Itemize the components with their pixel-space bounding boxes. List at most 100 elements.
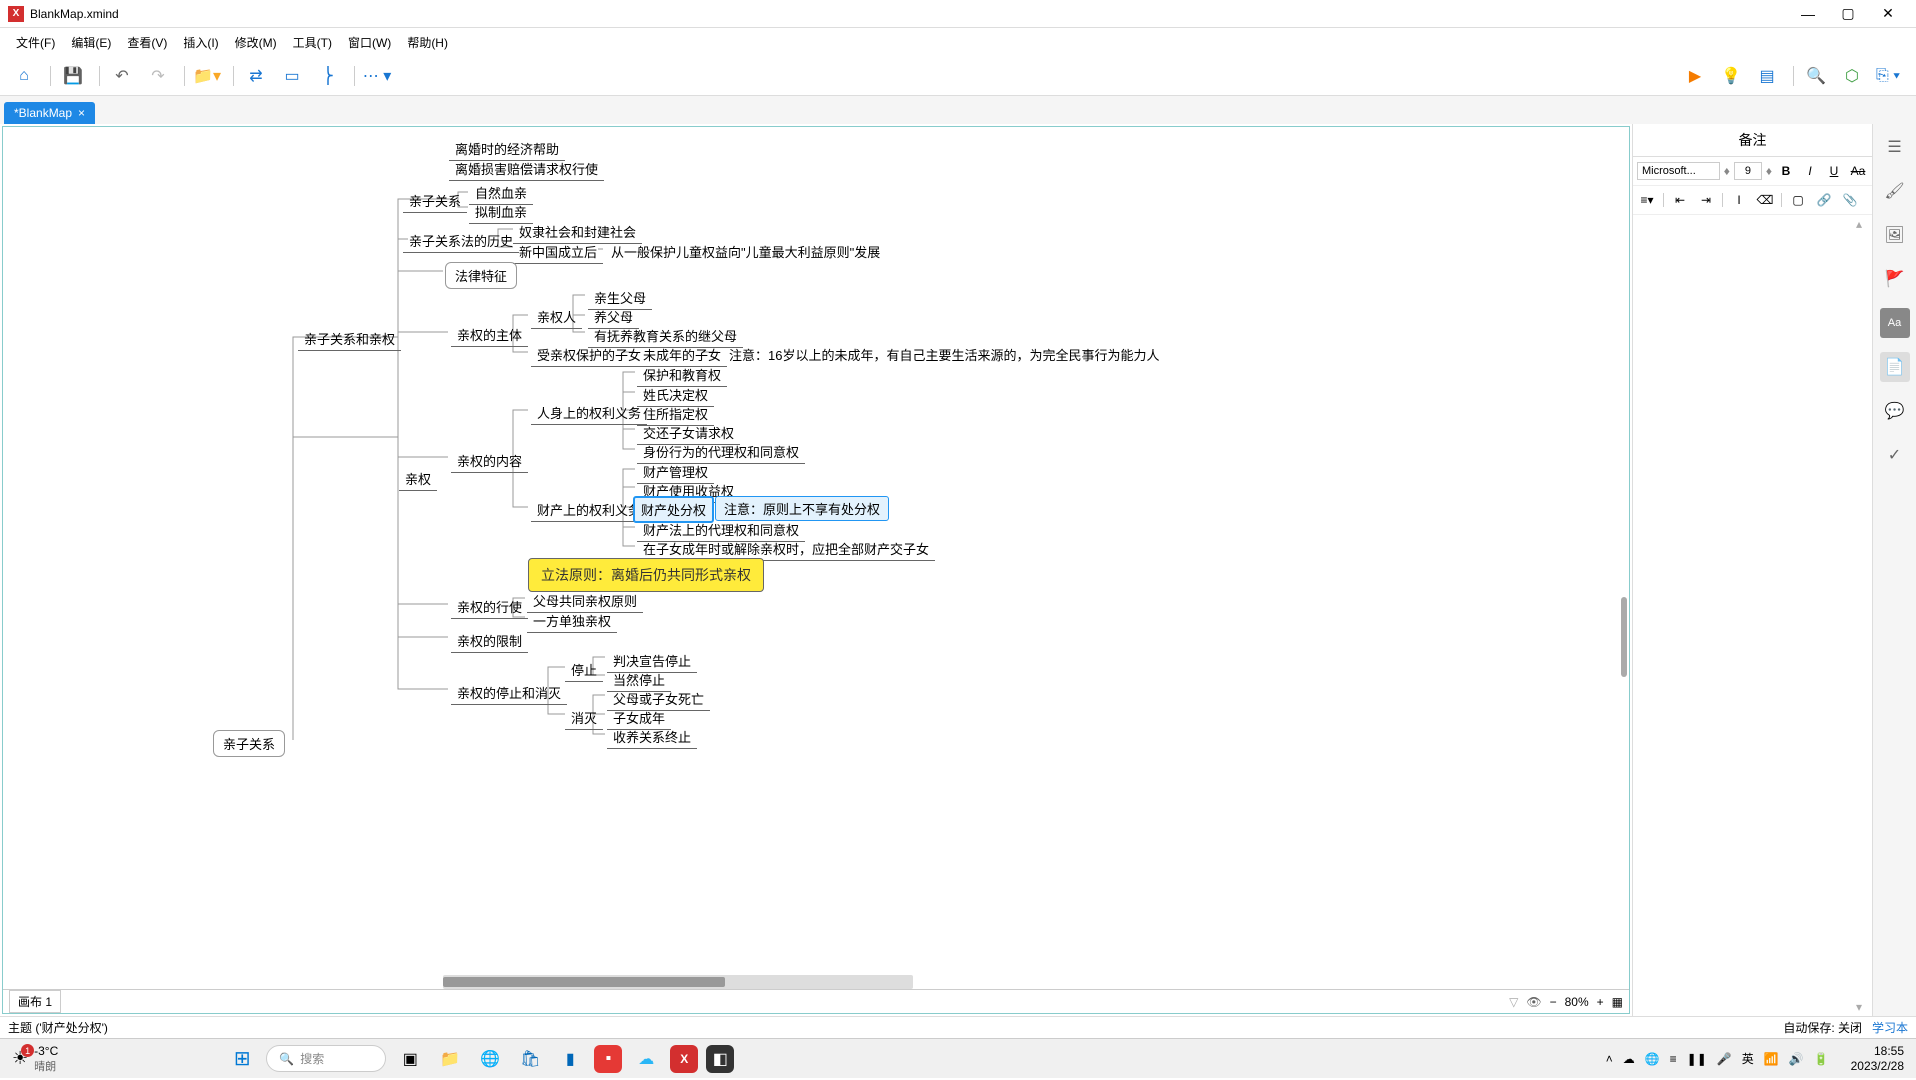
mindmap-canvas[interactable]: 亲子关系 离婚时的经济帮助 离婚损害赔偿请求权行使 亲子关系 自然血亲 拟制血亲… [2, 126, 1630, 1014]
store-icon[interactable]: 🛍 [514, 1043, 546, 1075]
attach-button[interactable]: 📎 [1840, 190, 1860, 210]
bold-button[interactable]: B [1776, 161, 1796, 181]
app-icon-1[interactable]: ▮ [554, 1043, 586, 1075]
zoom-out-button[interactable]: − [1550, 995, 1557, 1009]
eye-icon[interactable]: 👁 [1526, 995, 1541, 1009]
node-cancel[interactable]: 消灭 [565, 706, 603, 730]
font-color-button[interactable]: I [1729, 190, 1749, 210]
task-view-button[interactable]: ▣ [394, 1043, 426, 1075]
align-button[interactable]: ≡▾ [1637, 190, 1657, 210]
node-protected-child[interactable]: 受亲权保护的子女 [531, 343, 647, 367]
start-button[interactable]: ⊞ [226, 1043, 258, 1075]
document-tab[interactable]: *BlankMap × [4, 102, 95, 124]
outline-tab[interactable]: ☰ [1880, 132, 1910, 162]
notes-tab[interactable]: 📄 [1880, 352, 1910, 382]
node-property-rights[interactable]: 财产上的权利义务 [531, 498, 647, 522]
menu-modify[interactable]: 修改(M) [227, 28, 285, 56]
explorer-icon[interactable]: 📁 [434, 1043, 466, 1075]
menu-file[interactable]: 文件(F) [8, 28, 63, 56]
node-personal-rights[interactable]: 人身上的权利义务 [531, 401, 647, 425]
menu-window[interactable]: 窗口(W) [340, 28, 399, 56]
notes-scroll-down[interactable]: ▾ [1856, 1000, 1870, 1014]
present-button[interactable]: ▶ [1679, 60, 1711, 92]
vertical-scrollbar[interactable] [1621, 597, 1627, 677]
node-exercise[interactable]: 亲权的行使 [451, 595, 528, 619]
tray-volume-icon[interactable]: 🔊 [1789, 1052, 1804, 1066]
image-button[interactable]: ▢ [1788, 190, 1808, 210]
node-parent-child-rel[interactable]: 亲子关系 [403, 189, 467, 213]
node-subject[interactable]: 亲权的主体 [451, 323, 528, 347]
filter-icon[interactable]: ▽ [1509, 995, 1518, 1009]
tray-sync-icon[interactable]: 🌐 [1645, 1052, 1660, 1066]
export-button[interactable]: ⎘ ▾ [1872, 60, 1904, 92]
node-root[interactable]: 亲子关系 [213, 730, 285, 757]
node-new-china[interactable]: 新中国成立后 [513, 240, 603, 264]
menu-view[interactable]: 查看(V) [119, 28, 175, 56]
node-custody[interactable]: 亲权 [399, 467, 437, 491]
more-button[interactable]: ⋯ ▾ [361, 60, 393, 92]
strike-button[interactable]: Aa [1848, 161, 1868, 181]
horizontal-scrollbar[interactable] [443, 975, 913, 989]
menu-insert[interactable]: 插入(I) [175, 28, 226, 56]
app-icon-4[interactable]: ◧ [706, 1045, 734, 1073]
tray-chevron-icon[interactable]: ˄ [1606, 1052, 1613, 1066]
save-button[interactable]: 💾 [57, 60, 89, 92]
close-button[interactable]: ✕ [1868, 2, 1908, 26]
minimize-button[interactable]: — [1788, 2, 1828, 26]
undo-button[interactable]: ↶ [106, 60, 138, 92]
idea-button[interactable]: 💡 [1715, 60, 1747, 92]
task-tab[interactable]: ✓ [1880, 440, 1910, 470]
folder-button[interactable]: 📁▾ [191, 60, 223, 92]
node-legislation-principle[interactable]: 立法原则：离婚后仍共同形式亲权 [528, 558, 764, 592]
node-holder[interactable]: 亲权人 [531, 305, 582, 329]
indent-left-button[interactable]: ⇤ [1670, 190, 1690, 210]
node-new-china-desc[interactable]: 从一般保护儿童权益向"儿童最大利益原则"发展 [605, 240, 886, 263]
tray-wifi-icon[interactable]: 📶 [1764, 1052, 1779, 1066]
node-limit[interactable]: 亲权的限制 [451, 629, 528, 653]
node-stop-cancel[interactable]: 亲权的停止和消灭 [451, 681, 567, 705]
node-content[interactable]: 亲权的内容 [451, 449, 528, 473]
node-single-custody[interactable]: 一方单独亲权 [527, 609, 617, 633]
tray-onedrive-icon[interactable]: ☁ [1623, 1052, 1635, 1066]
marker-tab[interactable]: 🚩 [1880, 264, 1910, 294]
edge-icon[interactable]: 🌐 [474, 1043, 506, 1075]
comments-tab[interactable]: 💬 [1880, 396, 1910, 426]
link-button-notes[interactable]: 🔗 [1814, 190, 1834, 210]
sheet-tab[interactable]: 画布 1 [9, 990, 61, 1013]
font-family-select[interactable]: Microsoft... [1637, 162, 1720, 180]
taskbar-search[interactable]: 🔍 搜索 [266, 1045, 386, 1072]
node-rel-and-custody[interactable]: 亲子关系和亲权 [298, 327, 401, 351]
status-mode[interactable]: 学习本 [1872, 1019, 1908, 1036]
italic-button[interactable]: I [1800, 161, 1820, 181]
indent-right-button[interactable]: ⇥ [1696, 190, 1716, 210]
zoom-fit-button[interactable]: ▦ [1612, 995, 1623, 1009]
search-button[interactable]: 🔍 [1800, 60, 1832, 92]
home-button[interactable]: ⌂ [8, 60, 40, 92]
node-legal-features[interactable]: 法律特征 [445, 262, 517, 289]
clear-format-button[interactable]: ⌫ [1755, 190, 1775, 210]
tray-battery-icon[interactable]: 🔋 [1814, 1052, 1829, 1066]
zoom-in-button[interactable]: + [1597, 995, 1604, 1009]
node-stop[interactable]: 停止 [565, 658, 603, 682]
link-button[interactable]: ⇄ [240, 60, 272, 92]
boundary-button[interactable]: ▭ [276, 60, 308, 92]
share-button[interactable]: ⬡ [1836, 60, 1868, 92]
style-tab[interactable]: 🖌 [1880, 176, 1910, 206]
tray-bars-icon[interactable]: ≡ [1670, 1052, 1677, 1066]
node-history[interactable]: 亲子关系法的历史 [403, 229, 519, 253]
notes-scroll-up[interactable]: ▴ [1856, 217, 1870, 231]
xmind-taskbar-icon[interactable]: X [670, 1045, 698, 1073]
menu-edit[interactable]: 编辑(E) [63, 28, 119, 56]
tab-close-button[interactable]: × [78, 106, 85, 120]
redo-button[interactable]: ↷ [142, 60, 174, 92]
tray-ime-lang[interactable]: 英 [1742, 1050, 1754, 1067]
maximize-button[interactable]: ▢ [1828, 2, 1868, 26]
menu-tools[interactable]: 工具(T) [285, 28, 340, 56]
gantt-button[interactable]: ▤ [1751, 60, 1783, 92]
node-adopt-end[interactable]: 收养关系终止 [607, 725, 697, 749]
summary-button[interactable]: ⎬ [312, 60, 344, 92]
app-icon-3[interactable]: ☁ [630, 1043, 662, 1075]
image-tab[interactable]: 🖼 [1880, 220, 1910, 250]
tray-speak-icon[interactable]: ❚❚ [1687, 1052, 1707, 1066]
node-damage-claim[interactable]: 离婚损害赔偿请求权行使 [449, 157, 604, 181]
